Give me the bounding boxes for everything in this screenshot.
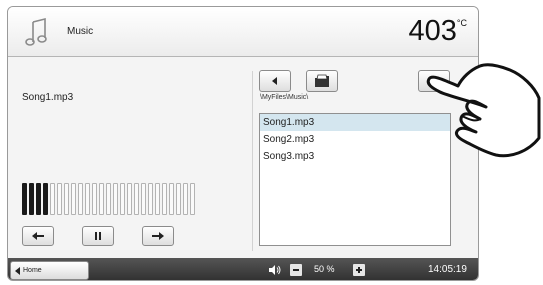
folder-back-button[interactable] xyxy=(259,70,291,92)
temperature-display: 403°C xyxy=(409,15,468,48)
level-bar xyxy=(148,183,153,215)
volume-down-button[interactable] xyxy=(290,264,302,276)
level-bar xyxy=(190,183,195,215)
level-bar xyxy=(183,183,188,215)
speaker-icon xyxy=(269,265,281,275)
page-title: Music xyxy=(67,26,94,37)
home-label: Home xyxy=(23,267,42,274)
home-button[interactable]: Home xyxy=(10,261,89,280)
level-bar xyxy=(162,183,167,215)
level-bar xyxy=(127,183,132,215)
temperature-value: 403 xyxy=(408,15,457,47)
level-bar xyxy=(78,183,83,215)
pause-button[interactable] xyxy=(82,226,114,246)
plus-icon xyxy=(356,267,362,273)
device-screen: Music 403°C Song1.mp3 \MyFiles\Music\ So… xyxy=(7,6,479,281)
back-triangle-icon xyxy=(272,77,277,85)
level-bar xyxy=(106,183,111,215)
level-bar xyxy=(50,183,55,215)
level-bar xyxy=(57,183,62,215)
current-song-label: Song1.mp3 xyxy=(22,92,74,103)
volume-level: 50 % xyxy=(314,264,335,274)
level-bar xyxy=(85,183,90,215)
open-folder-button[interactable] xyxy=(306,70,338,92)
header-bar: Music 403°C xyxy=(8,7,478,57)
folder-path: \MyFiles\Music\ xyxy=(260,94,309,101)
level-meter xyxy=(22,183,195,215)
previous-button[interactable] xyxy=(22,226,54,246)
level-bar xyxy=(155,183,160,215)
pause-icon xyxy=(95,232,101,240)
level-bar xyxy=(134,183,139,215)
next-arrow-icon xyxy=(152,232,164,240)
player-panel: Song1.mp3 xyxy=(8,57,252,255)
footer-bar: Home 50 % 14:05:19 xyxy=(8,258,478,280)
level-bar xyxy=(43,183,48,215)
level-bar xyxy=(64,183,69,215)
pointing-hand-icon xyxy=(426,63,541,158)
clock: 14:05:19 xyxy=(428,264,467,275)
panel-divider xyxy=(252,71,253,251)
level-bar xyxy=(176,183,181,215)
music-note-icon xyxy=(25,17,47,46)
level-bar xyxy=(169,183,174,215)
level-bar xyxy=(22,183,27,215)
folder-icon xyxy=(315,74,329,87)
level-bar xyxy=(99,183,104,215)
level-bar xyxy=(141,183,146,215)
level-bar xyxy=(29,183,34,215)
previous-arrow-icon xyxy=(32,232,44,240)
minus-icon xyxy=(293,269,299,271)
temperature-unit: °C xyxy=(456,18,467,28)
home-arrow-icon xyxy=(15,266,20,275)
level-bar xyxy=(36,183,41,215)
level-bar xyxy=(120,183,125,215)
volume-up-button[interactable] xyxy=(353,264,365,276)
level-bar xyxy=(71,183,76,215)
level-bar xyxy=(92,183,97,215)
level-bar xyxy=(113,183,118,215)
next-button[interactable] xyxy=(142,226,174,246)
